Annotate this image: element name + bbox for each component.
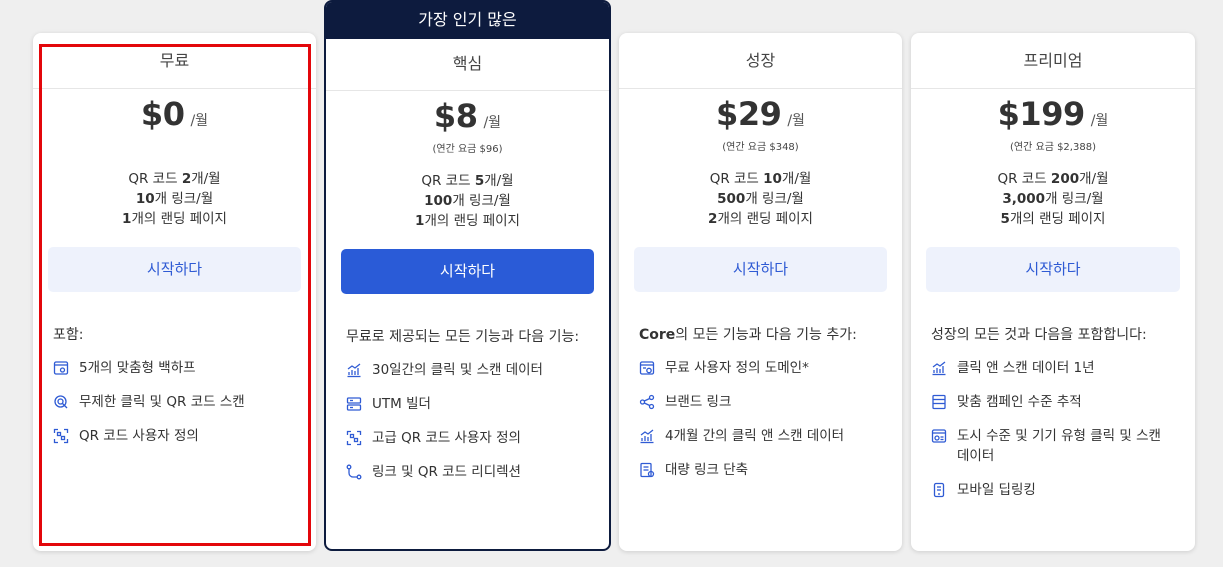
utm-builder-icon bbox=[346, 396, 362, 412]
plan-price: $8 bbox=[433, 97, 478, 135]
plan-limits: QR 코드 200개/월 3,000개 링크/월 5개의 랜딩 페이지 bbox=[911, 169, 1195, 229]
limit-qr: QR 코드 2개/월 bbox=[128, 171, 221, 187]
feature-list: 5개의 맞춤형 백하프 무제한 클릭 및 QR 코드 스캔 QR 코드 사용자 … bbox=[53, 358, 296, 446]
limit-links: 500개 링크/월 bbox=[717, 191, 804, 207]
limit-qr: QR 코드 5개/월 bbox=[421, 173, 514, 189]
most-popular-badge: 가장 인기 많은 bbox=[326, 2, 609, 39]
features-title: 무료로 제공되는 모든 기능과 다음 기능: bbox=[346, 329, 580, 345]
limit-landing: 1개의 랜딩 페이지 bbox=[415, 213, 520, 229]
plan-card-free: 무료 $0/월 QR 코드 2개/월 10개 링크/월 1개의 랜딩 페이지 시… bbox=[33, 33, 316, 551]
qr-scan-icon bbox=[53, 428, 69, 444]
limit-qr: QR 코드 200개/월 bbox=[997, 171, 1109, 187]
feature-item: 5개의 맞춤형 백하프 bbox=[53, 358, 296, 378]
get-started-button[interactable]: 시작하다 bbox=[634, 247, 887, 292]
price-row: $199/월 bbox=[911, 95, 1195, 141]
annual-price: (연간 요금 $96) bbox=[432, 144, 503, 155]
features-title: Core의 모든 기능과 다음 기능 추가: bbox=[639, 327, 857, 343]
plan-price: $29 bbox=[716, 95, 782, 133]
limit-landing: 2개의 랜딩 페이지 bbox=[708, 211, 813, 227]
feature-item: 4개월 간의 클릭 앤 스캔 데이터 bbox=[639, 426, 882, 446]
get-started-button[interactable]: 시작하다 bbox=[341, 249, 594, 294]
features-title: 포함: bbox=[53, 327, 84, 343]
page-customize-icon bbox=[53, 360, 69, 376]
feature-item: 브랜드 링크 bbox=[639, 392, 882, 412]
annual-price: (연간 요금 $348) bbox=[722, 142, 799, 153]
plan-name: 성장 bbox=[619, 33, 902, 89]
plan-limits: QR 코드 2개/월 10개 링크/월 1개의 랜딩 페이지 bbox=[33, 169, 316, 229]
feature-list: 클릭 앤 스캔 데이터 1년 맞춤 캠페인 수준 추적 도시 수준 및 기기 유… bbox=[931, 358, 1175, 500]
price-period: /월 bbox=[483, 115, 502, 131]
mobile-deeplink-icon bbox=[931, 482, 947, 498]
bulk-shorten-icon bbox=[639, 462, 655, 478]
price-row: $29/월 bbox=[619, 95, 902, 141]
price-row: $8/월 bbox=[326, 97, 609, 143]
feature-item: 링크 및 QR 코드 리디렉션 bbox=[346, 462, 589, 482]
limit-links: 3,000개 링크/월 bbox=[1002, 191, 1104, 207]
feature-list: 30일간의 클릭 및 스캔 데이터 UTM 빌더 고급 QR 코드 사용자 정의… bbox=[346, 360, 589, 482]
plan-name: 핵심 bbox=[326, 39, 609, 91]
feature-item: 무료 사용자 정의 도메인* bbox=[639, 358, 882, 378]
click-target-icon bbox=[53, 394, 69, 410]
price-period: /월 bbox=[1090, 113, 1109, 129]
plan-card-core: 가장 인기 많은 핵심 $8/월 (연간 요금 $96) QR 코드 5개/월 … bbox=[324, 0, 611, 551]
analytics-chart-icon bbox=[346, 362, 362, 378]
domain-icon bbox=[639, 360, 655, 376]
plan-price: $199 bbox=[997, 95, 1086, 133]
plan-price: $0 bbox=[140, 95, 185, 133]
price-row: $0/월 bbox=[33, 95, 316, 141]
price-period: /월 bbox=[787, 113, 805, 129]
campaign-list-icon bbox=[931, 394, 947, 410]
feature-item: 맞춤 캠페인 수준 추적 bbox=[931, 392, 1175, 412]
analytics-chart-icon bbox=[931, 360, 947, 376]
device-browser-icon bbox=[931, 428, 947, 444]
feature-item: 30일간의 클릭 및 스캔 데이터 bbox=[346, 360, 589, 380]
feature-item: 클릭 앤 스캔 데이터 1년 bbox=[931, 358, 1175, 378]
qr-scan-icon bbox=[346, 430, 362, 446]
redirect-icon bbox=[346, 464, 362, 480]
plan-name: 프리미엄 bbox=[911, 33, 1195, 89]
analytics-chart-icon bbox=[639, 428, 655, 444]
limit-landing: 5개의 랜딩 페이지 bbox=[1000, 211, 1106, 227]
get-started-button[interactable]: 시작하다 bbox=[926, 247, 1180, 292]
annual-price: (연간 요금 $2,388) bbox=[1010, 142, 1096, 153]
get-started-button[interactable]: 시작하다 bbox=[48, 247, 301, 292]
feature-item: 도시 수준 및 기기 유형 클릭 및 스캔 데이터 bbox=[931, 426, 1175, 466]
share-icon bbox=[639, 394, 655, 410]
feature-item: QR 코드 사용자 정의 bbox=[53, 426, 296, 446]
feature-item: 대량 링크 단축 bbox=[639, 460, 882, 480]
plan-limits: QR 코드 10개/월 500개 링크/월 2개의 랜딩 페이지 bbox=[619, 169, 902, 229]
limit-links: 100개 링크/월 bbox=[424, 193, 511, 209]
limit-qr: QR 코드 10개/월 bbox=[709, 171, 812, 187]
feature-item: 무제한 클릭 및 QR 코드 스캔 bbox=[53, 392, 296, 412]
plan-card-growth: 성장 $29/월 (연간 요금 $348) QR 코드 10개/월 500개 링… bbox=[619, 33, 902, 551]
annual-price bbox=[33, 141, 316, 157]
plan-limits: QR 코드 5개/월 100개 링크/월 1개의 랜딩 페이지 bbox=[326, 171, 609, 231]
limit-landing: 1개의 랜딩 페이지 bbox=[122, 211, 227, 227]
feature-list: 무료 사용자 정의 도메인* 브랜드 링크 4개월 간의 클릭 앤 스캔 데이터… bbox=[639, 358, 882, 480]
plan-card-premium: 프리미엄 $199/월 (연간 요금 $2,388) QR 코드 200개/월 … bbox=[911, 33, 1195, 551]
feature-item: UTM 빌더 bbox=[346, 394, 589, 414]
feature-item: 모바일 딥링킹 bbox=[931, 480, 1175, 500]
price-period: /월 bbox=[190, 113, 209, 129]
limit-links: 10개 링크/월 bbox=[135, 191, 214, 207]
plan-name: 무료 bbox=[33, 33, 316, 89]
feature-item: 고급 QR 코드 사용자 정의 bbox=[346, 428, 589, 448]
features-title: 성장의 모든 것과 다음을 포함합니다: bbox=[931, 327, 1147, 343]
